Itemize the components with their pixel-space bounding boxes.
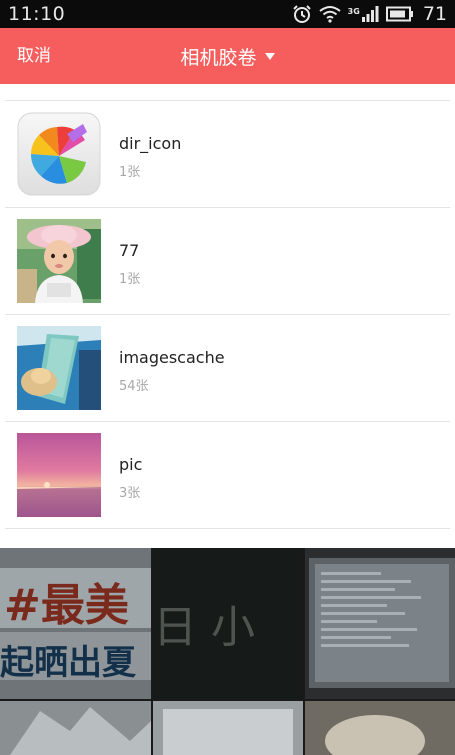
battery-level: 71 xyxy=(422,3,447,25)
album-count: 54张 xyxy=(119,379,149,394)
battery-icon xyxy=(385,6,414,22)
album-item-pic[interactable]: pic 3张 xyxy=(0,422,455,529)
photo-tile[interactable] xyxy=(153,701,303,755)
album-dropdown[interactable]: 相机胶卷 xyxy=(0,28,455,84)
album-name: imagescache xyxy=(119,348,225,367)
page-title: 相机胶卷 xyxy=(180,46,257,69)
album-thumbnail-dir-icon xyxy=(17,112,101,196)
status-time: 11:10 xyxy=(8,3,66,25)
photo-tile[interactable] xyxy=(305,548,455,699)
album-list: dir_icon 1张 77 1张 imagescache 54张 pic 3张 xyxy=(0,84,455,548)
photo-grid: #最美 起晒出夏 日 小 xyxy=(0,548,455,755)
photo-tile[interactable]: #最美 起晒出夏 xyxy=(0,548,151,699)
album-item-imagescache[interactable]: imagescache 54张 xyxy=(0,315,455,422)
row-divider xyxy=(5,528,450,529)
album-name: pic xyxy=(119,455,143,474)
album-item-77[interactable]: 77 1张 xyxy=(0,208,455,315)
album-thumbnail-pic xyxy=(17,433,101,517)
album-name: 77 xyxy=(119,241,140,260)
tile-text-2: 起晒出夏 xyxy=(0,643,137,683)
photo-tile[interactable] xyxy=(305,701,455,755)
alarm-icon xyxy=(292,4,312,24)
status-icons: 3G 71 xyxy=(292,3,447,25)
album-thumbnail-imagescache xyxy=(17,326,101,410)
album-count: 1张 xyxy=(119,165,141,180)
signal-icon xyxy=(361,5,379,23)
network-badge: 3G xyxy=(347,7,360,16)
album-thumbnail-77 xyxy=(17,219,101,303)
album-item-dir-icon[interactable]: dir_icon 1张 xyxy=(0,101,455,208)
cancel-button[interactable]: 取消 xyxy=(17,28,51,84)
header-bar: 相机胶卷 取消 xyxy=(0,28,455,84)
caret-down-icon xyxy=(264,53,275,60)
status-bar: 11:10 3G 71 xyxy=(0,0,455,28)
photo-tile[interactable] xyxy=(0,701,151,755)
album-count: 3张 xyxy=(119,486,141,501)
album-name: dir_icon xyxy=(119,134,182,153)
album-count: 1张 xyxy=(119,272,141,287)
photo-tile[interactable]: 日 小 xyxy=(153,548,303,699)
tile-text-1: #最美 xyxy=(4,580,129,631)
tile-text-3: 日 小 xyxy=(153,602,255,653)
wifi-icon xyxy=(319,5,341,23)
